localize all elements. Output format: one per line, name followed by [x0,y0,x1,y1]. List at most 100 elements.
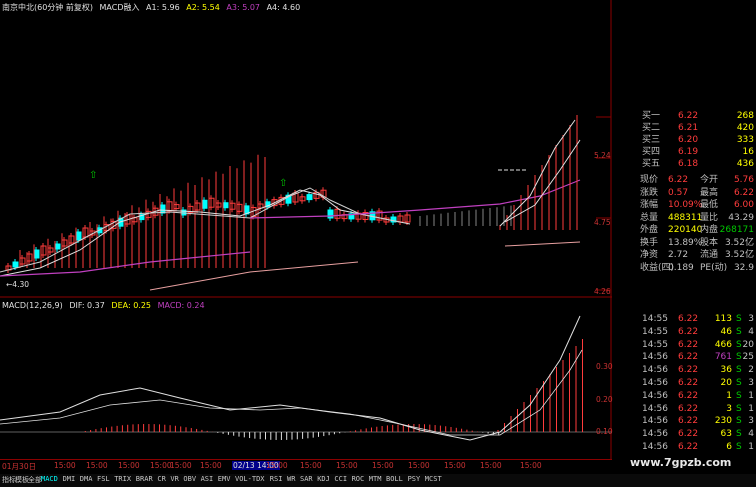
a3-value: A3: 5.07 [226,3,261,12]
tick-count: 2 [748,365,754,376]
tab-asi[interactable]: ASI [201,475,214,483]
tab-cr[interactable]: CR [157,475,165,483]
stat-label-2: 流通 [700,250,719,260]
watermark: www.7gpzb.com [630,456,732,469]
stat-value-2: 43.29 [728,212,754,223]
indicator-tabs: 指标 模板 全部 MACD DMI DMA FSL TRIX BRAR CR VR OBV ASI EMV… [0,474,756,487]
indicator-name[interactable]: MACD融入 [100,3,140,12]
bid-row[interactable]: 买五 6.18 436 [612,159,756,170]
tick-price: 6.22 [678,352,699,363]
bid-price: 6.20 [678,135,699,145]
tab-kdj[interactable]: KDJ [317,475,330,483]
tab-指标[interactable]: 指标 [2,475,16,485]
stat-value: 0.189 [668,262,694,273]
bid-row[interactable]: 买四 6.19 16 [612,147,756,158]
tick-count: 3 [748,314,754,324]
bid-row[interactable]: 买一 6.22 268 [612,111,756,122]
tab-roc[interactable]: ROC [352,475,365,483]
tick-count: 3 [748,378,754,388]
tick-volume: 20 [720,378,732,388]
tick-price: 6.22 [678,339,699,350]
tab-obv[interactable]: OBV [183,475,196,483]
dea-line [0,349,583,436]
time-label: 01月30日 [2,462,37,471]
macd-name: MACD(12,26,9) [2,301,63,310]
tick-price: 6.22 [678,314,699,324]
stat-row: 收益(四) 0.189 PE(动) 32.9 [612,263,756,274]
tick-side: S [736,365,742,376]
tab-emv[interactable]: EMV [218,475,231,483]
tick-count: 1 [748,403,754,414]
tab-vr[interactable]: VR [170,475,178,483]
bid-row[interactable]: 买三 6.20 333 [612,135,756,146]
stat-value: 220140 [668,225,703,235]
stat-row: 涨幅 10.09% 最低 6.00 [612,200,756,211]
tick-price: 6.22 [678,429,699,440]
tab-trix[interactable]: TRIX [114,475,131,483]
tick-count: 1 [748,442,754,452]
tick-count: 25 [742,352,754,363]
tick-count: 4 [748,326,754,337]
stat-value: 13.89% [668,237,703,248]
tab-psy[interactable]: PSY [408,475,421,483]
stat-row: 总量 488311 量比 43.29 [612,213,756,224]
tab-模板[interactable]: 模板 [15,475,29,485]
tab-cci[interactable]: CCI [334,475,347,483]
tick-volume: 63 [720,429,732,440]
bid-label: 买二 [642,123,661,133]
tab-mtm[interactable]: MTM [369,475,382,483]
tab-sar[interactable]: SAR [300,475,313,483]
time-label: 15:00 [444,461,466,470]
time-label: 15:00 [408,461,430,470]
tick-time: 14:56 [642,416,668,427]
tick-time: 14:55 [642,314,668,324]
bid-label: 买五 [642,159,661,169]
bid-price: 6.18 [678,159,699,169]
stat-value-2: 5.76 [733,175,754,185]
tab-macd[interactable]: MACD [41,475,58,483]
a2-value: A2: 5.54 [186,3,220,12]
tab-fsl[interactable]: FSL [97,475,110,483]
stat-label-2: PE(动) [700,262,728,273]
stat-row: 外盘 220140 内盘 268171 [612,225,756,236]
candle-body [222,202,229,209]
stat-value-2: 6.22 [733,187,754,198]
tick-price: 6.22 [678,378,699,388]
bid-price: 6.22 [678,111,699,121]
tick-volume: 466 [714,339,732,350]
bid-label: 买四 [642,147,661,157]
stat-label: 外盘 [640,225,659,235]
tick-time: 14:56 [642,429,668,440]
kline-chart[interactable]: ⇧⇧ [0,0,612,459]
chart-header: 南京中北(60分钟 前复权) MACD融入 A1: 5.96 A2: 5.54 … [2,2,304,14]
stat-value-2: 3.52亿 [724,250,754,260]
tab-boll[interactable]: BOLL [386,475,403,483]
tab-mcst[interactable]: MCST [425,475,442,483]
tick-volume: 761 [714,352,732,363]
stat-label: 涨幅 [640,200,659,210]
tab-rsi[interactable]: RSI [270,475,283,483]
tab-brar[interactable]: BRAR [136,475,153,483]
tab-wr[interactable]: WR [287,475,295,483]
macd-axis-2: 0.20 [596,395,613,404]
tick-time: 14:55 [642,326,668,337]
price-axis-top: 5.24 [594,151,611,160]
stat-value: 488311 [668,212,703,223]
macd-dea: DEA: 0.25 [111,301,152,310]
stat-value: 10.09% [668,200,703,210]
tab-dma[interactable]: DMA [80,475,93,483]
tick-time: 14:56 [642,352,668,363]
stat-label-2: 最高 [700,187,719,198]
bid-row[interactable]: 买二 6.21 420 [612,123,756,134]
stat-label-2: 内盘 [700,225,719,235]
tab-vol-tdx[interactable]: VOL-TDX [235,475,265,483]
tab-全部[interactable]: 全部 [28,475,42,485]
tick-price: 6.22 [678,326,699,337]
bid-volume: 333 [736,135,754,145]
time-label: 15:00 [300,461,322,470]
stat-label: 换手 [640,237,659,248]
bid-price: 6.19 [678,147,699,157]
tick-count: 4 [748,429,754,440]
tab-dmi[interactable]: DMI [63,475,76,483]
time-axis: 01月30日 15:00 15:00 15:00 15:00 15:00 15:00 02/1… [0,459,612,474]
